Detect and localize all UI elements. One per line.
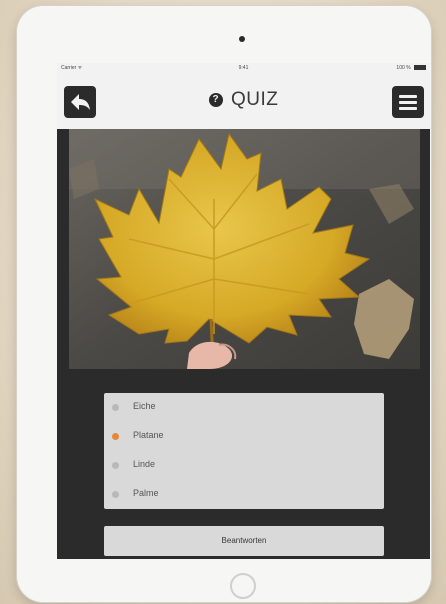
battery-percent: 100 % xyxy=(396,65,411,71)
answer-button[interactable]: Beantworten xyxy=(104,526,384,556)
radio-icon[interactable] xyxy=(112,404,119,411)
option-platane[interactable]: Platane xyxy=(104,422,384,451)
status-bar: Carrier ᯤ 9:41 100 % xyxy=(57,63,430,73)
camera-dot xyxy=(239,36,245,42)
option-label: Platane xyxy=(133,430,164,440)
question-circle-icon[interactable]: ? xyxy=(208,93,223,107)
page-title-group: ? QUIZ xyxy=(57,89,430,115)
radio-selected-icon[interactable] xyxy=(112,433,119,440)
answer-options: Eiche Platane Linde Palme xyxy=(104,393,384,509)
option-eiche[interactable]: Eiche xyxy=(104,393,384,422)
option-label: Linde xyxy=(133,459,156,469)
radio-icon[interactable] xyxy=(112,462,119,469)
tablet-frame: Carrier ᯤ 9:41 100 % ? QUIZ Eiche Platan… xyxy=(17,6,431,602)
home-button[interactable] xyxy=(230,573,256,599)
battery-indicator: 100 % xyxy=(396,63,426,73)
quiz-photo xyxy=(69,129,420,369)
option-linde[interactable]: Linde xyxy=(104,451,384,480)
clock-label: 9:41 xyxy=(238,65,249,71)
menu-button[interactable] xyxy=(392,86,424,118)
page-title: QUIZ xyxy=(231,89,279,110)
option-palme[interactable]: Palme xyxy=(104,480,384,509)
battery-icon xyxy=(414,65,426,71)
option-label: Eiche xyxy=(133,401,156,411)
nav-bar: ? QUIZ xyxy=(57,73,430,129)
maple-leaf-photo xyxy=(69,129,420,369)
radio-icon[interactable] xyxy=(112,491,119,498)
app-screen: Carrier ᯤ 9:41 100 % ? QUIZ Eiche Platan… xyxy=(57,63,430,559)
option-label: Palme xyxy=(133,488,159,498)
